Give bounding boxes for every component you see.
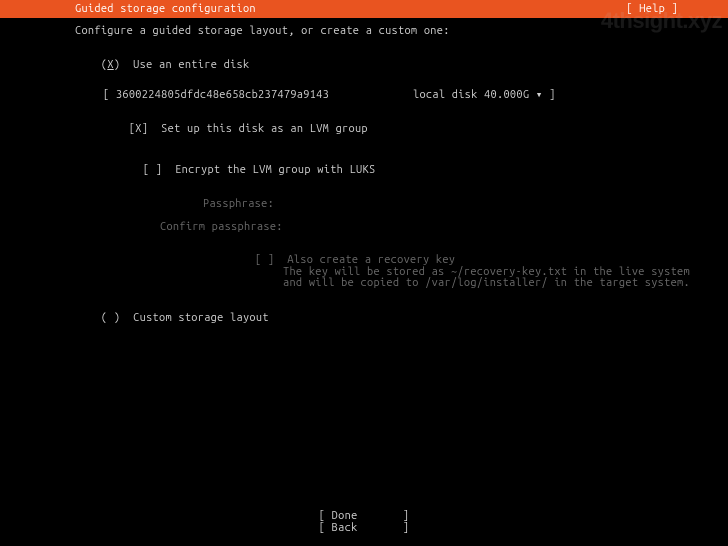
radio-label: Custom storage layout	[133, 312, 269, 324]
back-button[interactable]: [ Back ]	[0, 522, 728, 534]
disk-selector[interactable]: [ 3600224805dfdc48e658cb237479a9143 loca…	[75, 90, 728, 101]
disk-id: [ 3600224805dfdc48e658cb237479a9143	[103, 90, 413, 101]
checkbox-lvm[interactable]: [X] Set up this disk as an LVM group	[75, 113, 728, 146]
checkbox-mark: [ ]	[255, 254, 274, 266]
page-title: Guided storage configuration	[75, 3, 718, 15]
radio-mark: (X)	[101, 59, 133, 71]
help-button[interactable]: [ Help ]	[626, 3, 678, 15]
checkbox-encrypt[interactable]: [ ] Encrypt the LVM group with LUKS	[75, 154, 728, 187]
checkbox-label: Encrypt the LVM group with LUKS	[175, 164, 375, 176]
radio-entire-disk[interactable]: (X) Use an entire disk	[75, 49, 728, 82]
intro-text: Configure a guided storage layout, or cr…	[75, 26, 728, 37]
recovery-label: Also create a recovery key	[287, 254, 455, 266]
footer-buttons: [ Done ] [ Back ]	[0, 510, 728, 534]
confirm-passphrase-field: Confirm passphrase:	[75, 222, 728, 233]
header-bar: Guided storage configuration [ Help ]	[0, 0, 728, 18]
radio-mark: ( )	[101, 312, 120, 324]
confirm-passphrase-label: Confirm passphrase:	[160, 221, 283, 233]
radio-label: Use an entire disk	[133, 59, 249, 71]
checkbox-mark: [ ]	[143, 164, 162, 176]
passphrase-label: Passphrase:	[203, 198, 274, 210]
disk-description: local disk 40.000G ▾ ]	[413, 90, 556, 101]
recovery-help-2: and will be copied to /var/log/installer…	[255, 278, 728, 290]
passphrase-field: Passphrase:	[75, 199, 728, 210]
checkbox-mark: [X]	[129, 123, 148, 135]
checkbox-label: Set up this disk as an LVM group	[161, 123, 368, 135]
content-area: Configure a guided storage layout, or cr…	[0, 18, 728, 335]
radio-custom-layout[interactable]: ( ) Custom storage layout	[75, 302, 728, 335]
recovery-key-block: [ ] Also create a recovery key The key w…	[75, 255, 728, 290]
done-button[interactable]: [ Done ]	[0, 510, 728, 522]
